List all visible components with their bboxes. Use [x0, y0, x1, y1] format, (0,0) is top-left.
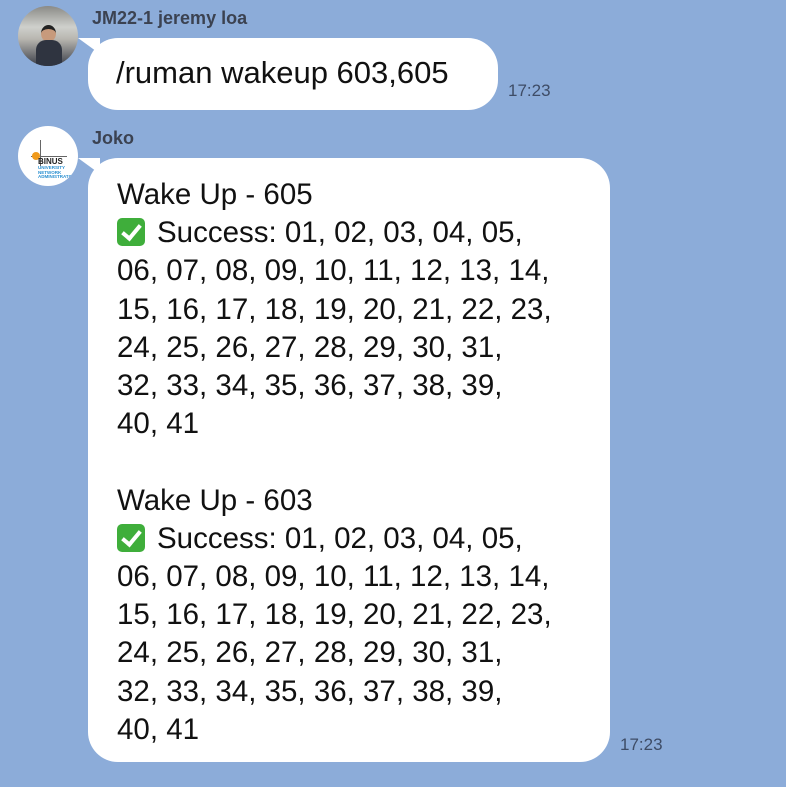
result-line: 32, 33, 34, 35, 36, 37, 38, 39, [117, 367, 552, 405]
result-text: Success: 01, 02, 03, 04, 05, [157, 216, 523, 250]
wakeup-title: Wake Up - 605 [117, 178, 313, 211]
bubble-tail [78, 158, 100, 174]
result-line: Success: 01, 02, 03, 04, 05, [117, 520, 552, 558]
result-text: 40, 41 [117, 712, 200, 746]
result-line: 24, 25, 26, 27, 28, 29, 30, 31, [117, 634, 552, 672]
logo-text: BINUS UNIVERSITY NETWORK ADMINISTRATOR [38, 157, 76, 180]
result-text: 40, 41 [117, 407, 200, 441]
result-line: 24, 25, 26, 27, 28, 29, 30, 31, [117, 329, 552, 367]
result-text: 32, 33, 34, 35, 36, 37, 38, 39, [117, 369, 503, 403]
message-bubble[interactable]: /ruman wakeup 603,605 [78, 38, 498, 110]
message-bubble[interactable]: Wake Up - 605 Success: 01, 02, 03, 04, 05… [78, 158, 610, 762]
result-text: 15, 16, 17, 18, 19, 20, 21, 22, 23, [117, 598, 552, 632]
result-text: 32, 33, 34, 35, 36, 37, 38, 39, [117, 674, 503, 708]
result-line: 15, 16, 17, 18, 19, 20, 21, 22, 23, [117, 291, 552, 329]
wakeup-result-block: Wake Up - 605 Success: 01, 02, 03, 04, 05… [117, 176, 552, 443]
message-text: Wake Up - 605 Success: 01, 02, 03, 04, 05… [117, 176, 552, 787]
check-mark-button-icon [117, 523, 145, 552]
check-mark-button-icon [117, 218, 145, 247]
result-line: 32, 33, 34, 35, 36, 37, 38, 39, [117, 673, 552, 711]
message-time: 17:23 [620, 735, 663, 754]
result-text: 24, 25, 26, 27, 28, 29, 30, 31, [117, 636, 503, 670]
result-text: 06, 07, 08, 09, 10, 11, 12, 13, 14, [117, 560, 550, 594]
result-text: 06, 07, 08, 09, 10, 11, 12, 13, 14, [117, 254, 550, 288]
sender-name: JM22-1 jeremy loa [92, 8, 248, 28]
wakeup-title: Wake Up - 603 [117, 483, 313, 517]
avatar-photo-body [36, 40, 62, 66]
result-text: Success: 01, 02, 03, 04, 05, [157, 521, 523, 555]
result-text: 15, 16, 17, 18, 19, 20, 21, 22, 23, [117, 292, 552, 326]
avatar-jeremy[interactable] [18, 6, 78, 66]
avatar-joko-binus-logo[interactable]: BINUS UNIVERSITY NETWORK ADMINISTRATOR [18, 126, 78, 186]
bubble-tail [78, 38, 100, 54]
wakeup-result-block: Wake Up - 603 Success: 01, 02, 03, 04, 05… [117, 482, 552, 749]
result-line: 40, 41 [117, 405, 552, 443]
result-line: 06, 07, 08, 09, 10, 11, 12, 13, 14, [117, 558, 552, 596]
result-line: Success: 01, 02, 03, 04, 05, [117, 214, 552, 252]
message-time: 17:23 [508, 81, 551, 100]
message-text: /ruman wakeup 603,605 [116, 55, 449, 90]
sender-name: Joko [92, 128, 135, 148]
result-line: 06, 07, 08, 09, 10, 11, 12, 13, 14, [117, 252, 552, 290]
result-line: 15, 16, 17, 18, 19, 20, 21, 22, 23, [117, 596, 552, 634]
result-line: 40, 41 [117, 711, 552, 749]
result-text: 24, 25, 26, 27, 28, 29, 30, 31, [117, 330, 503, 364]
